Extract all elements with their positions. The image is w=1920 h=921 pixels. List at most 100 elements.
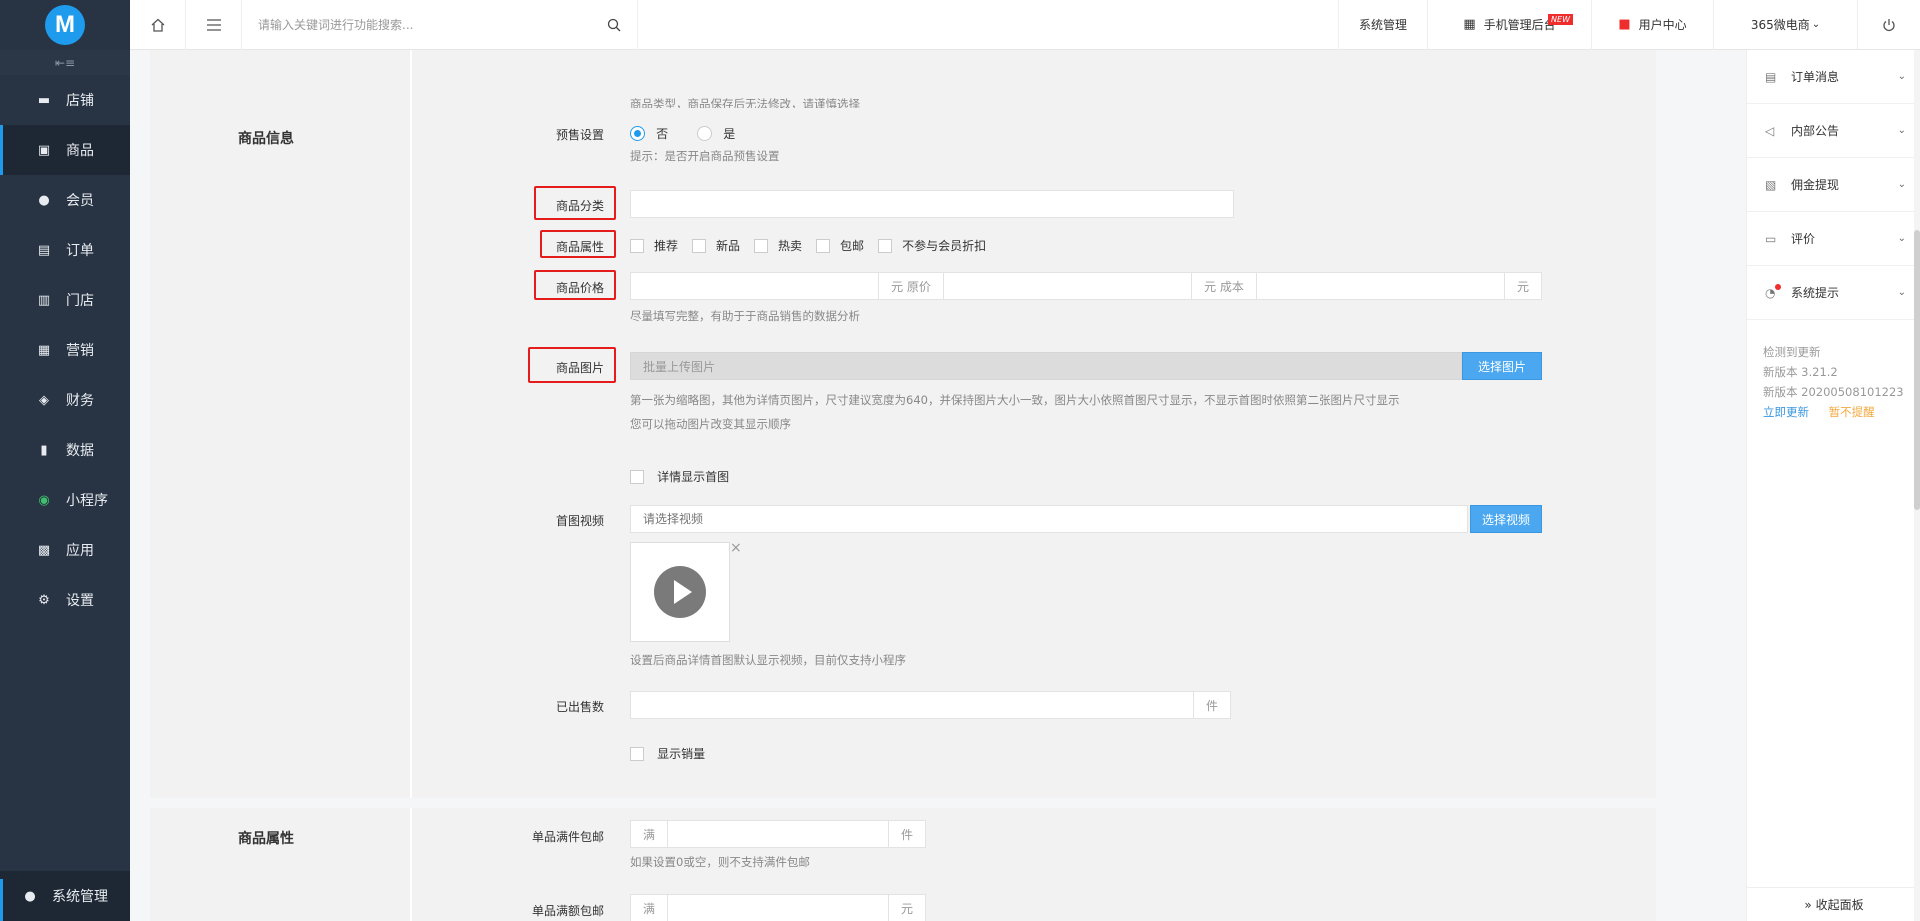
sidebar-item-label: 应用 [66, 543, 94, 559]
sidebar-item-system[interactable]: ● 系统管理 [0, 871, 130, 921]
top-header: 系统管理 ▦ 手机管理后台 NEW ■ 用户中心 365微电商 ⌄ [130, 0, 1920, 50]
select-video-button[interactable]: 选择视频 [1470, 505, 1542, 533]
sidebar-item-4[interactable]: ▥ 门店 [0, 275, 130, 325]
section-label-col: 商品属性 [150, 808, 412, 921]
sidebar-item-8[interactable]: ◉ 小程序 [0, 475, 130, 525]
user-center-link[interactable]: ■ 用户中心 [1592, 0, 1714, 50]
right-tab-0[interactable]: ▤ 订单消息 ⌄ [1747, 50, 1920, 104]
sidebar-item-2[interactable]: ● 会员 [0, 175, 130, 225]
sidebar-item-10[interactable]: ⚙ 设置 [0, 575, 130, 625]
search-input[interactable] [258, 17, 598, 32]
scrollbar-thumb[interactable] [1914, 230, 1920, 510]
menu-button[interactable] [186, 0, 242, 50]
free-ship-amount-prefix: 满 [630, 894, 668, 921]
system-management-label: 系统管理 [1358, 18, 1407, 32]
cost-price-input[interactable] [1256, 272, 1505, 300]
sidebar-item-1[interactable]: ▣ 商品 [0, 125, 130, 175]
mobile-backend-link[interactable]: ▦ 手机管理后台 NEW [1428, 0, 1592, 50]
sidebar-item-6[interactable]: ◈ 财务 [0, 375, 130, 425]
batch-upload-field[interactable]: 批量上传图片 [630, 352, 1462, 380]
video-input[interactable] [630, 505, 1468, 533]
sidebar-item-label: 财务 [66, 393, 94, 409]
free-ship-qty-input[interactable] [667, 820, 889, 848]
logout-button[interactable] [1858, 0, 1920, 50]
remove-video-icon[interactable]: × [730, 540, 742, 556]
sidebar-item-3[interactable]: ▤ 订单 [0, 225, 130, 275]
logo[interactable]: M [45, 5, 85, 45]
user-center-icon: ■ [1618, 17, 1631, 32]
presale-label: 预售设置 [556, 128, 605, 142]
update-now-link[interactable]: 立即更新 [1763, 405, 1809, 419]
system-management-link[interactable]: 系统管理 [1338, 0, 1428, 50]
attribute-checkbox[interactable] [816, 238, 831, 253]
presale-radio-yes[interactable] [697, 126, 713, 141]
home-button[interactable] [130, 0, 186, 50]
goods-attr-section: 商品属性 单品满件包邮 满 件 如果设置0或空，则不支持满件包邮 单品满额包邮 … [150, 808, 1656, 921]
sidebar-item-9[interactable]: ▩ 应用 [0, 525, 130, 575]
attribute-option: 包邮 [816, 235, 864, 254]
attribute-option: 推荐 [630, 235, 678, 254]
collapse-panel-button[interactable]: » 收起面板 [1747, 887, 1920, 921]
presale-radio-no[interactable] [630, 126, 645, 141]
speaker-icon: ◁ [1765, 123, 1775, 138]
admin-user-icon: ● [24, 888, 36, 904]
images-hint: 第一张为缩略图，其他为详情页图片，尺寸建议宽度为640，并保持图片大小一致，图片… [630, 393, 1400, 407]
chevron-down-icon: ⌄ [1897, 125, 1906, 136]
attribute-checkbox[interactable] [630, 238, 644, 253]
video-thumbnail[interactable] [630, 542, 730, 642]
withdraw-icon: ▧ [1765, 177, 1777, 192]
right-panel-tabs: ▤ 订单消息 ⌄ ◁ 内部公告 ⌄ ▧ 佣金提现 ⌄ ▭ 评价 ⌄ ◔ 系统提示 ⌄ [1747, 50, 1920, 320]
price-input[interactable] [630, 272, 879, 300]
sidebar-item-0[interactable]: ▬ 店铺 [0, 75, 130, 125]
search-icon[interactable] [607, 18, 621, 32]
sidebar-item-5[interactable]: ▦ 营销 [0, 325, 130, 375]
header-right: 系统管理 ▦ 手机管理后台 NEW ■ 用户中心 365微电商 ⌄ [1338, 0, 1920, 50]
right-tab-2[interactable]: ▧ 佣金提现 ⌄ [1747, 158, 1920, 212]
category-select[interactable] [630, 190, 1234, 218]
goods-info-section: 商品信息 预售设置 否 是 提示：是否开启商品预售设置 商品分类 商品属性 推荐… [150, 108, 1656, 798]
free-ship-amount-input[interactable] [667, 894, 889, 921]
sidebar-collapse-icon[interactable]: ⇤≡ [0, 50, 130, 75]
main-content: 商品类型，商品保存后无法修改，请谨慎选择 商品信息 预售设置 否 是 提示：是否… [130, 50, 1746, 921]
presale-hint: 提示：是否开启商品预售设置 [630, 149, 780, 163]
goods-icon: ▣ [37, 142, 51, 158]
home-icon [151, 18, 164, 32]
store-icon: ▥ [37, 292, 51, 308]
new-version: 新版本 3.21.2 [1763, 365, 1838, 379]
right-tab-4[interactable]: ◔ 系统提示 ⌄ [1747, 266, 1920, 320]
sold-count-input[interactable] [630, 691, 1194, 719]
show-sales-checkbox[interactable] [630, 746, 644, 761]
attribute-checkbox[interactable] [692, 238, 707, 253]
free-ship-qty-unit: 件 [888, 820, 926, 848]
right-tab-label: 内部公告 [1791, 124, 1840, 138]
right-panel: ▤ 订单消息 ⌄ ◁ 内部公告 ⌄ ▧ 佣金提现 ⌄ ▭ 评价 ⌄ ◔ 系统提示 ⌄ 检测到更新 新版本 3… [1746, 50, 1920, 921]
sold-unit: 件 [1193, 691, 1231, 719]
sidebar-item-label: 设置 [66, 593, 94, 609]
right-tab-3[interactable]: ▭ 评价 ⌄ [1747, 212, 1920, 266]
qrcode-icon: ▦ [1463, 17, 1476, 32]
price-unit-original: 元 原价 [878, 272, 944, 300]
sidebar-item-label: 订单 [66, 243, 94, 259]
free-ship-qty-label: 单品满件包邮 [532, 830, 605, 844]
sidebar-item-7[interactable]: ▮ 数据 [0, 425, 130, 475]
video-hint: 设置后商品详情首图默认显示视频，目前仅支持小程序 [630, 653, 906, 667]
mini-program-icon: ◉ [38, 492, 50, 508]
right-tab-1[interactable]: ◁ 内部公告 ⌄ [1747, 104, 1920, 158]
images-label: 商品图片 [556, 361, 605, 375]
free-ship-amount-unit: 元 [888, 894, 926, 921]
price-unit-yuan: 元 [1504, 272, 1542, 300]
attribute-checkbox[interactable] [754, 238, 769, 253]
price-label: 商品价格 [556, 281, 605, 295]
update-links: 立即更新 暂不提醒 [1763, 402, 1920, 422]
select-image-button[interactable]: 选择图片 [1462, 352, 1542, 380]
sidebar-item-label: 商品 [66, 143, 94, 159]
attributes-label: 商品属性 [556, 240, 605, 254]
chevron-down-icon: ⌄ [1897, 179, 1906, 190]
sidebar: M ⇤≡ ▬ 店铺 ▣ 商品 ● 会员 ▤ 订单 ▥ 门店 ▦ 营销 ◈ 财务 ▮ 数据 ◉ 小程序 ▩ 应用 ⚙ 设置 … [0, 0, 130, 921]
detail-first-image-checkbox[interactable] [630, 469, 644, 484]
attribute-checkbox[interactable] [878, 238, 893, 253]
remind-later-link[interactable]: 暂不提醒 [1829, 405, 1875, 419]
power-icon [1883, 18, 1895, 31]
shop-switcher[interactable]: 365微电商 ⌄ [1714, 0, 1858, 50]
original-price-input[interactable] [943, 272, 1192, 300]
